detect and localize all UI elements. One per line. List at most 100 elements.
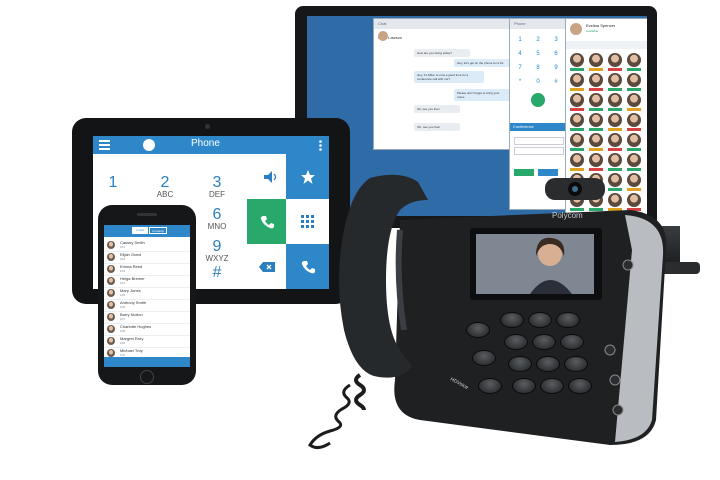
contact-tile-avatar[interactable] <box>589 153 603 167</box>
dial-key[interactable]: 1 <box>513 35 527 45</box>
contact-tile-avatar[interactable] <box>627 113 641 127</box>
tab-contacts[interactable]: Contacts <box>149 227 167 234</box>
dial-key[interactable]: 7 <box>513 63 527 73</box>
contact-tile-avatar[interactable] <box>627 53 641 67</box>
contact-tile-avatar[interactable] <box>570 153 584 167</box>
conference-input[interactable] <box>514 137 564 145</box>
keypad-key[interactable]: 3 DEF <box>197 174 237 199</box>
contact-avatar <box>107 265 115 273</box>
desk-phone-function-key[interactable] <box>478 378 502 394</box>
contact-tile-avatar[interactable] <box>570 113 584 127</box>
contact-tile-avatar[interactable] <box>589 93 603 107</box>
keypad-digit: 3 <box>212 174 222 191</box>
contact-tile-avatar[interactable] <box>608 93 622 107</box>
desk-phone-dial-key[interactable] <box>540 378 564 394</box>
keypad-letters: DEF <box>209 190 225 199</box>
desktop-call-button[interactable] <box>531 93 545 107</box>
contact-avatar <box>107 313 115 321</box>
contact-tile-avatar[interactable] <box>589 113 603 127</box>
contact-tile-avatar[interactable] <box>627 93 641 107</box>
contact-tile-avatar[interactable] <box>570 53 584 67</box>
desk-phone-dial-key[interactable] <box>556 312 580 328</box>
desk-phone-function-key[interactable] <box>466 322 490 338</box>
contact-tile-avatar[interactable] <box>627 73 641 87</box>
call-icon <box>260 215 274 228</box>
nav-key <box>604 344 616 356</box>
desk-phone-dial-key[interactable] <box>508 356 532 372</box>
desk-phone-dial-key[interactable] <box>532 334 556 350</box>
dial-key[interactable]: 6 <box>549 49 563 59</box>
keypad-key[interactable]: 6 MNO <box>197 206 237 231</box>
contact-tile-avatar[interactable] <box>627 133 641 147</box>
desk-phone-function-key[interactable] <box>472 350 496 366</box>
contact-tile-avatar[interactable] <box>570 133 584 147</box>
coiled-cord <box>308 383 351 450</box>
kebab-icon[interactable] <box>319 140 322 151</box>
contact-tile-avatar[interactable] <box>589 73 603 87</box>
dial-key[interactable]: 5 <box>531 49 545 59</box>
desk-phone-handset[interactable] <box>330 170 440 410</box>
contact-tile-avatar[interactable] <box>608 133 622 147</box>
call-button[interactable] <box>247 199 286 244</box>
contact-presence-bar <box>570 88 584 91</box>
contact-tile-avatar[interactable] <box>627 153 641 167</box>
contact-presence-bar <box>589 148 603 151</box>
desk-phone-dial-key[interactable] <box>500 312 524 328</box>
contact-tile-avatar[interactable] <box>608 73 622 87</box>
conference-input[interactable] <box>514 147 564 155</box>
dial-key[interactable]: # <box>549 77 563 87</box>
keypad-key[interactable]: 1 <box>93 174 133 191</box>
tablet-app-header: Phone <box>93 136 329 154</box>
desk-phone-dial-key[interactable] <box>536 356 560 372</box>
contact-tile-avatar[interactable] <box>570 93 584 107</box>
contact-extension: 107 <box>120 317 126 321</box>
dial-key[interactable]: 4 <box>513 49 527 59</box>
phone-bottom-nav <box>104 357 190 367</box>
tablet-title: Phone <box>191 138 220 149</box>
dial-key[interactable]: 9 <box>549 63 563 73</box>
keypad-digit: 9 <box>212 238 222 255</box>
chat-avatar <box>378 31 388 41</box>
keypad-toggle-button[interactable] <box>286 199 329 244</box>
dial-key[interactable]: 3 <box>549 35 563 45</box>
contact-presence-bar <box>608 128 622 131</box>
contact-presence-bar <box>570 128 584 131</box>
contact-tile-avatar[interactable] <box>570 73 584 87</box>
chat-message: Hey, let's get on the phone for a bit <box>454 59 510 67</box>
desk-phone-dial-key[interactable] <box>560 334 584 350</box>
contact-avatar <box>107 349 115 357</box>
dial-key[interactable]: 2 <box>531 35 545 45</box>
backspace-button[interactable] <box>247 244 286 289</box>
hamburger-icon[interactable] <box>99 140 110 150</box>
contact-tile-avatar[interactable] <box>608 53 622 67</box>
favorites-button[interactable] <box>286 154 329 199</box>
desk-phone-dial-key[interactable] <box>568 378 592 394</box>
contact-tile-avatar[interactable] <box>608 113 622 127</box>
dial-key[interactable]: 8 <box>531 63 545 73</box>
contact-avatar <box>107 253 115 261</box>
contact-presence-bar <box>627 108 641 111</box>
transfer-button[interactable] <box>286 244 329 289</box>
desk-phone-dial-key[interactable] <box>528 312 552 328</box>
user-name: Evelina Spencer <box>586 23 616 28</box>
brand-logo: Polycom <box>552 211 583 220</box>
contact-tile-avatar[interactable] <box>608 153 622 167</box>
user-avatar <box>570 23 582 35</box>
desk-phone-dial-key[interactable] <box>504 334 528 350</box>
contact-extension: 103 <box>120 269 126 273</box>
contact-avatar <box>107 337 115 345</box>
chat-message: Ok, see you then <box>414 105 460 113</box>
keypad-key[interactable]: # <box>197 264 237 281</box>
dial-key[interactable]: * <box>513 77 527 87</box>
keypad-key[interactable]: 9 WXYZ <box>197 238 237 263</box>
dial-key[interactable]: 0 <box>531 77 545 87</box>
phone-home-button[interactable] <box>140 370 154 384</box>
desk-phone-dial-key[interactable] <box>564 356 588 372</box>
keypad-key[interactable]: 2 ABC <box>145 174 185 199</box>
keypad-letters: MNO <box>207 222 227 231</box>
desk-phone-dial-key[interactable] <box>512 378 536 394</box>
contact-tile-avatar[interactable] <box>589 53 603 67</box>
contact-tile-avatar[interactable] <box>589 133 603 147</box>
tab-local[interactable]: Local <box>132 227 148 234</box>
contact-avatar <box>107 301 115 309</box>
